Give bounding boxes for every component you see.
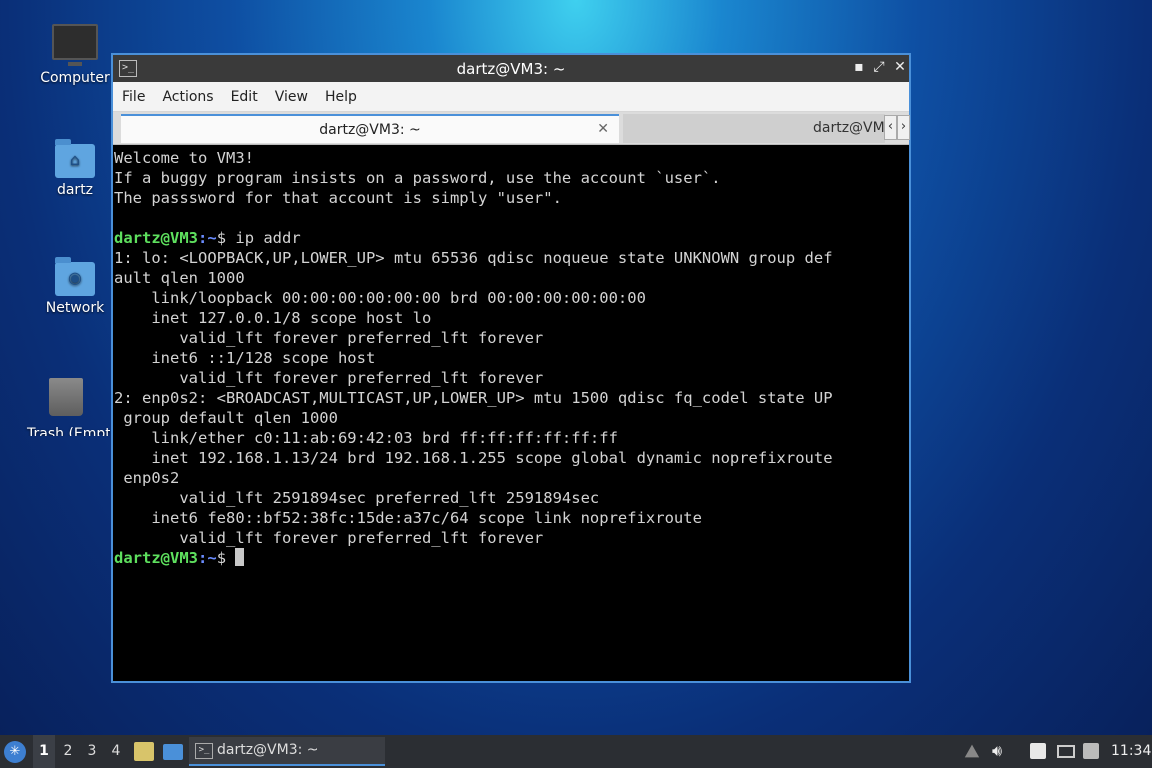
taskbar-task-terminal[interactable]: >_ dartz@VM3: ~ <box>189 737 385 766</box>
taskbar: ✳ 1 2 3 4 >_ dartz@VM3: ~ 🔊︎ 11:34 <box>0 735 1152 768</box>
window-titlebar[interactable]: >_ dartz@VM3: ~ ▪ ⤢ ✕ <box>113 55 909 82</box>
terminal-window: >_ dartz@VM3: ~ ▪ ⤢ ✕ File Actions Edit Vie… <box>111 53 911 683</box>
output-line: link/loopback 00:00:00:00:00:00 brd 00:0… <box>114 289 646 307</box>
terminal-output[interactable]: Welcome to VM3! If a buggy program insist… <box>113 145 909 681</box>
tab-inactive[interactable]: dartz@VM3: ~ <box>623 114 885 143</box>
desktop-icon-label: Network <box>45 300 105 316</box>
tab-scroll-right-icon[interactable]: › <box>897 115 910 140</box>
welcome-line: Welcome to VM3! <box>114 149 254 167</box>
desktop-icon-home[interactable]: ⌂ dartz <box>27 139 123 198</box>
menu-file[interactable]: File <box>113 82 153 105</box>
tab-bar: dartz@VM3: ~ ✕ dartz@VM3: ~ ‹ › <box>113 112 910 145</box>
output-line: valid_lft 2591894sec preferred_lft 25918… <box>114 489 600 507</box>
maximize-icon[interactable]: ⤢ <box>870 59 888 75</box>
desktop-icon-label: Trash (Empty) <box>27 426 110 436</box>
terminal-icon: >_ <box>195 743 213 759</box>
output-line: 2: enp0s2: <BROADCAST,MULTICAST,UP,LOWER… <box>114 389 833 407</box>
output-line: inet6 fe80::bf52:38fc:15de:a37c/64 scope… <box>114 509 702 527</box>
home-folder-icon: ⌂ <box>55 139 95 178</box>
network-icon[interactable] <box>1057 745 1075 758</box>
notification-icon[interactable] <box>1083 743 1099 759</box>
prompt-line: dartz@VM3:~$ <box>114 548 909 568</box>
window-title: dartz@VM3: ~ <box>456 60 566 78</box>
network-folder-icon: ◉ <box>55 257 95 296</box>
tab-close-icon[interactable]: ✕ <box>597 121 609 137</box>
output-line: enp0s2 <box>114 469 180 487</box>
output-line: valid_lft forever preferred_lft forever <box>114 529 544 547</box>
desktop-icon-label: Computer <box>40 70 110 86</box>
tray-up-arrow-icon[interactable] <box>964 744 980 758</box>
tab-label: dartz@VM3: ~ <box>813 120 885 136</box>
close-icon[interactable]: ✕ <box>891 59 909 75</box>
workspace-2[interactable]: 2 <box>57 735 79 768</box>
output-line: group default qlen 1000 <box>114 409 338 427</box>
prompt-separator: : <box>198 229 208 247</box>
prompt-path: ~ <box>207 549 217 567</box>
app-menu-icon[interactable]: ✳ <box>4 741 26 763</box>
output-line: link/ether c0:11:ab:69:42:03 brd ff:ff:f… <box>114 429 618 447</box>
show-desktop-icon[interactable] <box>163 744 183 760</box>
menubar: File Actions Edit View Help <box>113 82 909 112</box>
prompt-separator: : <box>198 549 208 567</box>
output-line: inet 192.168.1.13/24 brd 192.168.1.255 s… <box>114 449 833 467</box>
text-cursor <box>235 548 245 566</box>
desktop-icon-network[interactable]: ◉ Network <box>27 257 123 316</box>
welcome-line: If a buggy program insists on a password… <box>114 169 721 187</box>
task-label: dartz@VM3: ~ <box>217 742 319 758</box>
tab-scroll-left-icon[interactable]: ‹ <box>884 115 897 140</box>
desktop-icon-computer[interactable]: Computer <box>27 24 123 86</box>
desktop-icon-trash[interactable]: Trash (Empty) <box>22 378 110 436</box>
tab-active[interactable]: dartz@VM3: ~ ✕ <box>121 114 619 143</box>
prompt-symbol: $ <box>216 549 236 567</box>
trash-icon <box>49 378 83 416</box>
desktop-icon-label: dartz <box>56 182 94 198</box>
output-line: valid_lft forever preferred_lft forever <box>114 369 544 387</box>
clock[interactable]: 11:34 <box>1111 735 1151 768</box>
prompt-user: dartz@VM3 <box>114 549 198 567</box>
clipboard-icon[interactable] <box>1030 743 1046 759</box>
minimize-icon[interactable]: ▪ <box>850 59 868 75</box>
welcome-line: The passsword for that account is simply… <box>114 189 562 207</box>
prompt-line: dartz@VM3:~$ ip addr <box>114 228 909 248</box>
output-line: inet6 ::1/128 scope host <box>114 349 376 367</box>
menu-edit[interactable]: Edit <box>222 82 266 105</box>
prompt-symbol: $ <box>216 229 236 247</box>
output-line: valid_lft forever preferred_lft forever <box>114 329 544 347</box>
menu-help[interactable]: Help <box>316 82 365 105</box>
output-line: ault qlen 1000 <box>114 269 245 287</box>
computer-icon <box>52 24 98 66</box>
menu-actions[interactable]: Actions <box>153 82 221 105</box>
prompt-path: ~ <box>207 229 217 247</box>
output-line: 1: lo: <LOOPBACK,UP,LOWER_UP> mtu 65536 … <box>114 249 833 267</box>
prompt-user: dartz@VM3 <box>114 229 198 247</box>
output-line: inet 127.0.0.1/8 scope host lo <box>114 309 432 327</box>
menu-view[interactable]: View <box>266 82 316 105</box>
workspace-4[interactable]: 4 <box>105 735 127 768</box>
volume-icon[interactable]: 🔊︎ <box>992 741 1008 760</box>
file-manager-launcher-icon[interactable] <box>134 742 154 761</box>
workspace-3[interactable]: 3 <box>81 735 103 768</box>
command-text: ip addr <box>235 229 301 247</box>
tab-label: dartz@VM3: ~ <box>319 122 421 138</box>
workspace-1[interactable]: 1 <box>33 735 55 768</box>
